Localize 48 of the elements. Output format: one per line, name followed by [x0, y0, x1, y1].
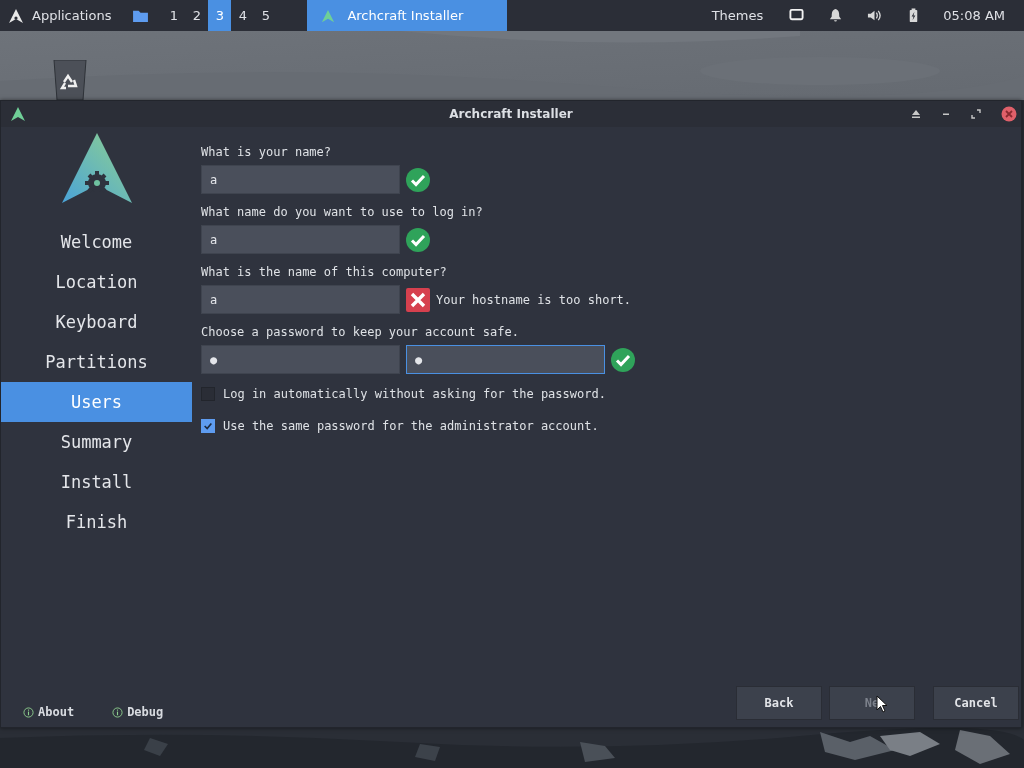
workspace-tab[interactable]: 2 — [185, 0, 209, 31]
arch-logo-icon — [8, 7, 24, 24]
info-icon — [112, 706, 124, 718]
eject-icon[interactable] — [911, 109, 921, 119]
arch-logo-icon — [321, 8, 336, 23]
close-icon[interactable] — [1001, 106, 1017, 122]
mouse-cursor-icon — [876, 695, 888, 713]
nav-button[interactable]: Back — [736, 686, 822, 720]
input-field[interactable]: ● — [201, 345, 400, 374]
step-item[interactable]: Welcome — [1, 222, 192, 262]
nav-button[interactable]: Cancel — [933, 686, 1019, 720]
info-icon — [23, 706, 34, 718]
volume-icon[interactable] — [867, 8, 883, 23]
bell-icon[interactable] — [828, 8, 844, 23]
input-field[interactable]: a — [201, 165, 400, 194]
step-item[interactable]: Location — [1, 262, 192, 302]
arch-logo-icon — [10, 106, 26, 122]
trash-icon[interactable] — [52, 60, 88, 100]
info-link[interactable]: About — [23, 705, 75, 719]
workspace-tab[interactable]: 5 — [254, 0, 278, 31]
clock: 05:08 AM — [942, 7, 1006, 25]
maximize-icon[interactable] — [971, 109, 981, 119]
workspace-tab[interactable]: 4 — [231, 0, 255, 31]
workspace-tab[interactable]: 1 — [162, 0, 186, 31]
window-title: Archcraft Installer — [449, 107, 573, 121]
step-item[interactable]: Install — [1, 462, 192, 502]
folder-icon[interactable] — [133, 9, 149, 22]
step-item[interactable]: Partitions — [1, 342, 192, 382]
field-label: What is your name? — [201, 144, 333, 161]
step-item[interactable]: Keyboard — [1, 302, 192, 342]
error-message: Your hostname is too short. — [436, 292, 632, 307]
checkmark-icon — [203, 421, 213, 431]
display-icon[interactable] — [789, 8, 805, 23]
checkbox[interactable] — [201, 419, 215, 433]
info-link[interactable]: Debug — [112, 705, 164, 719]
applications-menu[interactable]: Applications — [0, 0, 124, 31]
checkbox-label: Use the same password for the administrator account. — [223, 419, 599, 433]
step-item[interactable]: Summary — [1, 422, 192, 462]
input-field[interactable]: a — [201, 285, 400, 314]
field-label: What name do you want to use to log in? — [201, 204, 484, 221]
field-label: What is the name of this computer? — [201, 264, 448, 281]
input-field[interactable]: ● — [406, 345, 605, 374]
input-field[interactable]: a — [201, 225, 400, 254]
checkbox-label: Log in automatically without asking for the password. — [223, 387, 606, 401]
archcraft-logo-icon — [61, 133, 132, 203]
field-label: Choose a password to keep your account safe. — [201, 324, 520, 341]
themes-button[interactable]: Themes — [697, 0, 778, 31]
step-item[interactable]: Finish — [1, 502, 192, 542]
